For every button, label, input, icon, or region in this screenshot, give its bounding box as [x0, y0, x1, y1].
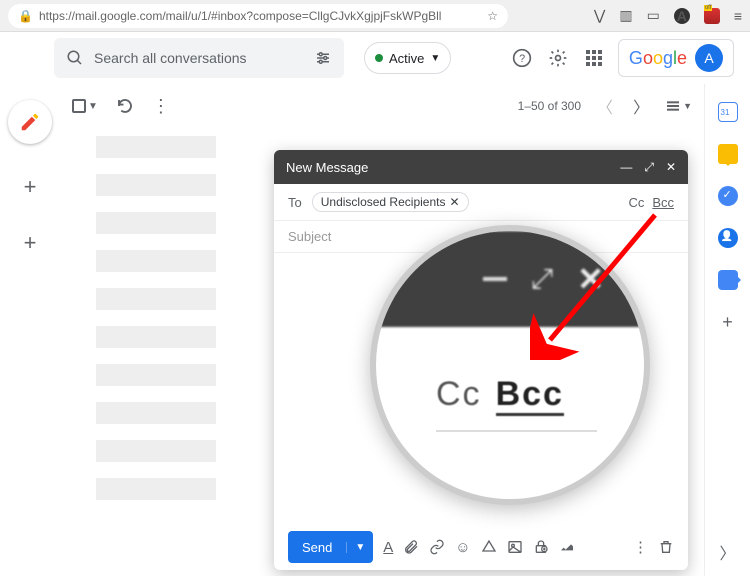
google-account-box[interactable]: Google A: [618, 39, 734, 77]
compose-title: New Message: [286, 160, 368, 175]
send-label: Send: [288, 540, 346, 555]
expand-icon[interactable]: ⤢: [644, 160, 654, 175]
emoji-icon[interactable]: ☺: [455, 539, 470, 556]
confidential-icon[interactable]: [533, 539, 549, 555]
chevron-down-icon: ▼: [430, 53, 440, 64]
image-icon[interactable]: [507, 539, 523, 555]
bcc-button[interactable]: Bcc: [652, 195, 674, 210]
extension-icon[interactable]: [704, 8, 720, 24]
gear-icon[interactable]: [546, 46, 570, 70]
browser-account-icon[interactable]: A: [674, 8, 690, 24]
inbox-toolbar: ▼ ⋮ 1–50 of 300 〈 〉 ▼: [60, 84, 704, 128]
drive-icon[interactable]: [481, 539, 497, 555]
to-field-row[interactable]: To Undisclosed Recipients ✕ Cc Bcc: [274, 184, 688, 221]
cc-button[interactable]: Cc: [628, 195, 644, 210]
status-label: Active: [389, 51, 424, 66]
calendar-icon[interactable]: [718, 102, 738, 122]
account-avatar[interactable]: A: [695, 44, 723, 72]
status-pill[interactable]: Active ▼: [364, 42, 451, 74]
page-info: 1–50 of 300: [518, 99, 581, 113]
help-icon[interactable]: ?: [510, 46, 534, 70]
mag-close-icon: ✕: [577, 260, 604, 298]
library-icon[interactable]: ▥: [619, 7, 632, 24]
compose-title-bar[interactable]: New Message — ⤢ ✕: [274, 150, 688, 184]
lock-icon: 🔒: [18, 9, 33, 23]
send-options-dropdown[interactable]: ▼: [346, 542, 373, 553]
add-space-button[interactable]: +: [24, 230, 37, 256]
google-logo: Google: [629, 48, 687, 69]
mag-bcc-text: Bcc: [496, 375, 564, 416]
search-placeholder: Search all conversations: [94, 50, 247, 66]
discard-icon[interactable]: [658, 539, 674, 555]
mag-expand-icon: ⤢: [531, 263, 553, 296]
density-toggle[interactable]: ▼: [665, 98, 692, 114]
refresh-icon[interactable]: [116, 97, 134, 115]
hamburger-icon[interactable]: ≡: [734, 8, 742, 24]
side-panel: + 〉: [704, 84, 750, 576]
select-all-checkbox[interactable]: ▼: [72, 99, 98, 113]
left-rail: + +: [0, 84, 60, 576]
signature-icon[interactable]: [559, 539, 575, 555]
gmail-app-bar: Search all conversations Active ▼ ? Goog…: [0, 32, 750, 84]
minimize-icon[interactable]: —: [620, 160, 632, 175]
svg-text:?: ?: [519, 53, 525, 65]
meet-icon[interactable]: [718, 270, 738, 290]
tasks-icon[interactable]: [718, 186, 738, 206]
search-box[interactable]: Search all conversations: [54, 38, 344, 78]
more-options-icon[interactable]: ⋮: [633, 538, 648, 556]
format-icon[interactable]: A: [383, 539, 393, 556]
search-icon: [66, 49, 84, 67]
compose-footer: Send ▼ A ☺ ⋮: [274, 524, 688, 570]
subject-placeholder: Subject: [288, 229, 331, 244]
tune-icon[interactable]: [314, 49, 332, 67]
browser-toolbar-icons: ⋁ ▥ ▭ A ≡: [594, 7, 742, 24]
attach-icon[interactable]: [403, 539, 419, 555]
close-icon[interactable]: ✕: [666, 160, 676, 175]
reader-icon[interactable]: ▭: [647, 7, 660, 24]
send-button[interactable]: Send ▼: [288, 531, 373, 563]
pocket-icon[interactable]: ⋁: [594, 7, 605, 24]
addons-button[interactable]: +: [722, 312, 733, 333]
link-icon[interactable]: [429, 539, 445, 555]
apps-grid-icon[interactable]: [582, 46, 606, 70]
url-text: https://mail.google.com/mail/u/1/#inbox?…: [39, 9, 481, 23]
status-dot-icon: [375, 54, 383, 62]
recipient-name: Undisclosed Recipients: [321, 195, 446, 209]
to-label: To: [288, 195, 302, 210]
prev-page-button[interactable]: 〈: [593, 94, 617, 118]
url-bar[interactable]: 🔒 https://mail.google.com/mail/u/1/#inbo…: [8, 4, 508, 28]
browser-address-bar: 🔒 https://mail.google.com/mail/u/1/#inbo…: [0, 0, 750, 32]
keep-icon[interactable]: [718, 144, 738, 164]
mag-minimize-icon: [483, 277, 507, 281]
compose-button[interactable]: [8, 100, 52, 144]
star-icon[interactable]: ☆: [487, 9, 498, 23]
more-icon[interactable]: ⋮: [152, 96, 170, 117]
contacts-icon[interactable]: [718, 228, 738, 248]
magnifier-overlay: ⤢ ✕ Cc Bcc: [370, 225, 650, 505]
next-page-button[interactable]: 〉: [629, 94, 653, 118]
remove-recipient-icon[interactable]: ✕: [449, 195, 459, 209]
add-label-button[interactable]: +: [24, 174, 37, 200]
recipient-chip[interactable]: Undisclosed Recipients ✕: [312, 192, 469, 212]
mag-cc-text: Cc: [436, 375, 482, 413]
collapse-panel-button[interactable]: 〉: [719, 540, 735, 564]
